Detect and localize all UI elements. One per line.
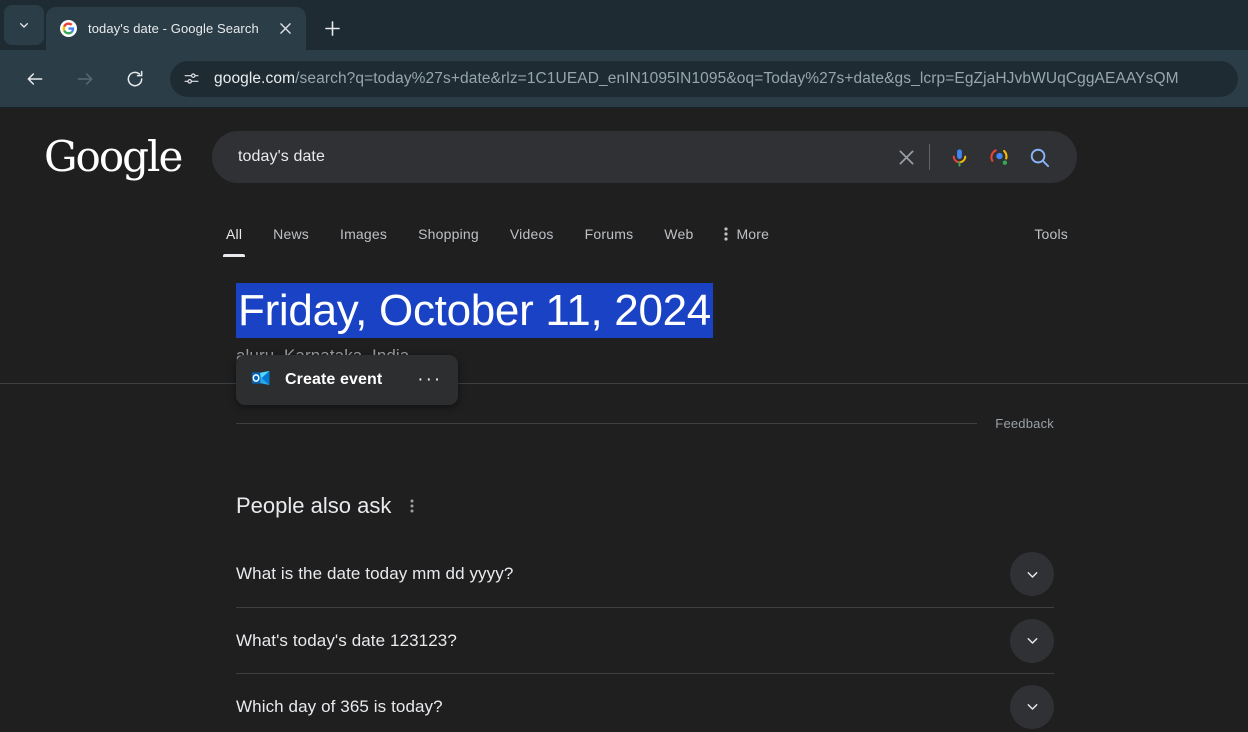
expand-question-button[interactable] [1010,552,1054,597]
tab-all[interactable]: All [222,211,246,257]
tab-forums-label: Forums [584,226,634,242]
search-divider [929,144,930,170]
site-settings-button[interactable] [176,64,206,94]
search-box[interactable]: today's date [212,131,1077,183]
question-text: What is the date today mm dd yyyy? [236,564,514,584]
arrow-left-icon [27,72,43,85]
search-submit-button[interactable] [1019,137,1059,177]
browser-toolbar: google.com/search?q=today%27s+date&rlz=1… [0,50,1248,108]
tabs-divider [0,383,1248,384]
tools-button[interactable]: Tools [1034,226,1068,242]
tab-more-label: More [736,226,770,242]
reload-icon [127,70,143,86]
url-host: google.com [214,69,296,87]
feedback-button[interactable]: Feedback [995,416,1054,431]
tab-web[interactable]: Web [664,211,693,257]
tab-images[interactable]: Images [340,211,387,257]
browser-window: today's date - Google Search google.com/… [0,0,1248,732]
tab-shopping[interactable]: Shopping [418,211,479,257]
tab-videos[interactable]: Videos [510,211,554,257]
tab-web-label: Web [664,226,694,242]
search-results: Friday, October 11, 2024 aluru, Karnatak… [0,257,1248,732]
list-item[interactable]: What is the date today mm dd yyyy? [236,541,1054,607]
people-also-ask-header: People also ask [236,493,1248,519]
tab-strip: today's date - Google Search [0,0,1248,50]
more-vert-icon [410,499,414,513]
chevron-down-icon [19,22,28,28]
list-item[interactable]: Which day of 365 is today? [236,673,1054,732]
google-logo[interactable]: Google [44,136,194,178]
back-button[interactable] [17,61,53,97]
feedback-row: Feedback [236,416,1054,431]
list-item[interactable]: What's today's date 123123? [236,607,1054,673]
google-lens-icon [989,148,1008,165]
people-also-ask-title: People also ask [236,493,392,519]
people-also-ask-menu-button[interactable] [407,498,417,514]
tab-title: today's date - Google Search [88,21,259,36]
page-content: Google today's date All News Images Shop… [0,109,1248,732]
arrow-right-icon [77,72,93,85]
more-vert-icon [724,227,729,241]
expand-question-button[interactable] [1010,684,1054,729]
google-lens-button[interactable] [979,137,1019,177]
new-tab-button[interactable] [315,11,349,45]
clear-search-button[interactable] [886,137,926,177]
chevron-down-icon [1027,638,1037,645]
search-header: Google today's date All News Images Shop… [0,109,1248,384]
feedback-divider [236,423,978,425]
create-event-popup[interactable]: Create event ··· [236,355,459,405]
create-event-more-button[interactable]: ··· [417,370,442,389]
question-text: What's today's date 123123? [236,630,457,650]
tune-icon [184,73,198,84]
people-also-ask-list: What is the date today mm dd yyyy? What'… [236,541,1054,732]
microphone-icon [952,148,966,167]
tab-images-label: Images [339,226,388,242]
address-bar[interactable]: google.com/search?q=today%27s+date&rlz=1… [170,60,1238,97]
google-favicon [60,20,77,37]
tab-news-label: News [273,226,309,242]
tab-news[interactable]: News [273,211,309,257]
search-icon [1030,148,1049,167]
url-path: /search?q=today%27s+date&rlz=1C1UEAD_enI… [295,69,1179,87]
plus-icon [324,20,340,36]
search-header-row: Google today's date [0,131,1248,183]
date-answer-block: Friday, October 11, 2024 aluru, Karnatak… [236,283,1066,405]
voice-search-button[interactable] [939,137,979,177]
reload-button[interactable] [117,61,153,97]
question-text: Which day of 365 is today? [236,696,443,716]
tab-more[interactable]: More [724,211,769,257]
create-event-label: Create event [285,371,383,388]
chevron-down-icon [1027,571,1037,578]
tab-search-button[interactable] [4,5,44,45]
search-input[interactable]: today's date [238,148,886,166]
tab-shopping-label: Shopping [418,226,479,242]
chevron-down-icon [1027,704,1037,711]
tab-videos-label: Videos [509,226,554,242]
close-icon [279,23,291,34]
close-icon [899,150,913,164]
expand-question-button[interactable] [1010,618,1054,663]
search-filter-tabs: All News Images Shopping Videos Forums W… [0,211,1248,257]
date-answer: Friday, October 11, 2024 [236,283,713,339]
outlook-icon [250,367,272,394]
tab-forums[interactable]: Forums [585,211,634,257]
tab-all-label: All [226,226,243,242]
url-text: google.com/search?q=today%27s+date&rlz=1… [214,70,1179,88]
tab-close-button[interactable] [274,18,296,40]
forward-button[interactable] [67,61,103,97]
browser-tab[interactable]: today's date - Google Search [46,7,306,50]
